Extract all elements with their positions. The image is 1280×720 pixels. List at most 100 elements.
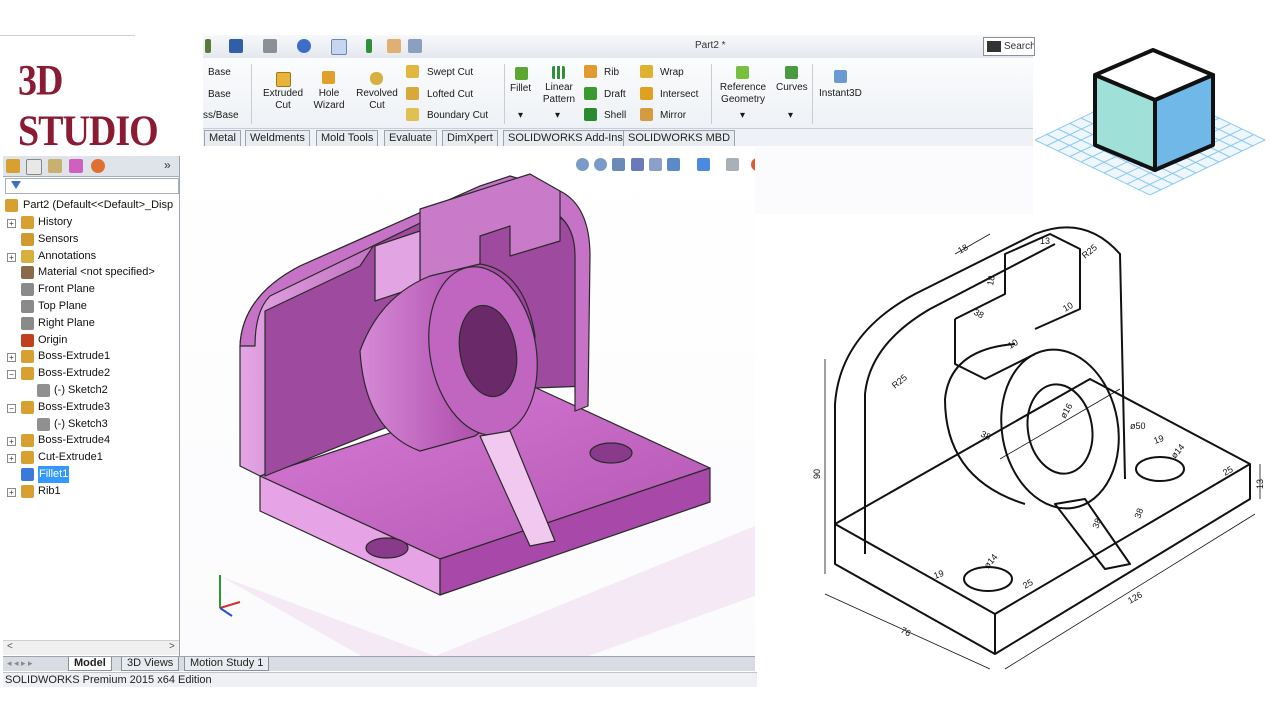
dim-label: 19 (932, 568, 945, 581)
save-icon[interactable] (229, 39, 243, 53)
linear-pattern-dropdown[interactable]: ▾ (555, 110, 560, 122)
sketch2-icon (37, 384, 50, 397)
feature-tree-tab-icon[interactable] (6, 159, 20, 173)
traffic-light-icon[interactable] (366, 39, 372, 53)
swept-cut-button[interactable]: Swept Cut (427, 67, 473, 79)
dim-label: R25 (890, 372, 909, 390)
panel-tabs: » (3, 156, 179, 177)
ribbon-partial-2[interactable]: Base (208, 89, 231, 101)
tab-nav-arrows[interactable]: ◂ ◂ ▸ ▸ (7, 658, 33, 669)
print-icon[interactable] (263, 39, 277, 53)
tree-filter[interactable] (5, 178, 179, 194)
tree-item-label: Boss-Extrude2 (38, 367, 111, 380)
revolved-cut-button[interactable]: Revolved Cut (353, 88, 401, 112)
bottom-tab-bar: ◂ ◂ ▸ ▸ Model 3D Views Motion Study 1 (3, 656, 755, 671)
hole-wizard-button[interactable]: Hole Wizard (307, 88, 351, 112)
tab-solidworks-addins[interactable]: SOLIDWORKS Add-Ins (503, 130, 628, 146)
dim-label: R25 (1080, 242, 1099, 260)
tab-solidworks-mbd[interactable]: SOLIDWORKS MBD (623, 130, 736, 146)
expand-toggle-icon[interactable]: + (7, 252, 16, 262)
part-model[interactable] (180, 146, 755, 656)
tree-item-label: Boss-Extrude3 (38, 400, 111, 413)
display-manager-tab-icon[interactable] (91, 159, 105, 173)
command-manager-tabs: Metal Weldments Mold Tools Evaluate DimX… (203, 129, 1033, 146)
instant3d-button[interactable]: Instant3D (819, 88, 862, 100)
expand-toggle-icon[interactable]: + (7, 437, 16, 447)
graphics-area[interactable] (180, 146, 811, 656)
studio-logo: 3D STUDIO (18, 57, 198, 156)
ribbon-partial-3[interactable]: ss/Base (203, 110, 239, 122)
draft-icon (584, 87, 597, 100)
tree-item-label: Fillet1 (38, 466, 70, 483)
rib-button[interactable]: Rib (604, 67, 619, 79)
boss-extrude3-icon (21, 400, 34, 414)
search-box[interactable]: Search (983, 37, 1035, 56)
dim-label: 13 (1040, 236, 1050, 246)
swept-cut-icon (406, 65, 419, 78)
boss-extrude2-icon (21, 367, 34, 381)
quick-access-toolbar: Part2 * Search (203, 35, 1035, 59)
expand-toggle-icon[interactable]: + (7, 353, 16, 363)
history-icon (21, 216, 34, 229)
file-properties-icon[interactable] (387, 39, 401, 53)
dim-label: 13 (1255, 479, 1265, 489)
scroll-right-arrow[interactable]: > (169, 641, 175, 652)
lofted-cut-button[interactable]: Lofted Cut (427, 89, 473, 101)
extruded-cut-button[interactable]: Extruded Cut (259, 88, 307, 112)
dim-label: 38 (1132, 507, 1145, 520)
dim-label: 90 (812, 469, 822, 479)
property-manager-tab-icon[interactable] (26, 159, 42, 175)
undo-icon[interactable] (297, 39, 311, 53)
tab-dimxpert[interactable]: DimXpert (442, 130, 498, 146)
curves-button[interactable]: Curves (776, 82, 808, 94)
linear-pattern-button[interactable]: Linear Pattern (538, 82, 580, 106)
reference-geometry-button[interactable]: Reference Geometry (715, 82, 771, 106)
intersect-button[interactable]: Intersect (660, 89, 698, 101)
ribbon-partial-1[interactable]: Base (208, 67, 231, 79)
tree-horizontal-scrollbar[interactable]: < > (3, 640, 179, 655)
fillet-dropdown[interactable]: ▾ (518, 110, 523, 122)
scroll-left-arrow[interactable]: < (7, 641, 13, 652)
rib1-icon (21, 484, 34, 498)
boundary-cut-button[interactable]: Boundary Cut (427, 110, 488, 122)
panel-more-icon[interactable]: » (164, 158, 171, 172)
expand-toggle-icon[interactable]: + (7, 219, 16, 228)
extruded-cut-icon (276, 72, 291, 87)
expand-toggle-icon[interactable]: − (7, 403, 16, 413)
tree-item-label: Top Plane (38, 300, 87, 312)
wrap-button[interactable]: Wrap (660, 67, 684, 79)
part-icon (5, 199, 18, 212)
boundary-cut-icon (406, 108, 419, 121)
configuration-tab-icon[interactable] (48, 159, 62, 173)
tab-evaluate[interactable]: Evaluate (384, 130, 437, 146)
search-placeholder: Search (1004, 41, 1035, 52)
tab-model[interactable]: Model (68, 657, 112, 671)
draft-button[interactable]: Draft (604, 89, 626, 101)
ribbon-separator (711, 64, 712, 124)
select-icon[interactable] (331, 39, 347, 55)
coordinate-triad (219, 575, 241, 617)
mirror-icon (640, 108, 653, 121)
reference-geometry-dropdown[interactable]: ▾ (740, 110, 745, 122)
dimxpert-tab-icon[interactable] (69, 159, 83, 173)
curves-dropdown[interactable]: ▾ (788, 110, 793, 122)
rebuild-icon[interactable] (205, 39, 211, 53)
fillet-button[interactable]: Fillet (510, 83, 531, 95)
sketch3-icon (37, 417, 50, 431)
shell-button[interactable]: Shell (604, 110, 626, 122)
ribbon-separator (812, 64, 813, 124)
tab-motion-study[interactable]: Motion Study 1 (184, 657, 270, 671)
tab-mold-tools[interactable]: Mold Tools (316, 130, 379, 146)
dim-label: 25 (1021, 577, 1035, 591)
tab-3d-views[interactable]: 3D Views (121, 657, 180, 671)
tab-weldments[interactable]: Weldments (245, 130, 310, 146)
technical-drawing: 18 13 R25 18 38 10 10 R25 38 ø16 ø50 19 … (755, 214, 1280, 684)
logo-divider (0, 35, 135, 36)
expand-toggle-icon[interactable]: + (7, 487, 16, 497)
ribbon-separator (504, 64, 505, 124)
options-icon[interactable] (408, 39, 422, 53)
expand-toggle-icon[interactable]: − (7, 370, 16, 380)
mirror-button[interactable]: Mirror (660, 110, 686, 122)
tab-sheet-metal[interactable]: Metal (204, 130, 241, 146)
expand-toggle-icon[interactable]: + (7, 454, 16, 464)
